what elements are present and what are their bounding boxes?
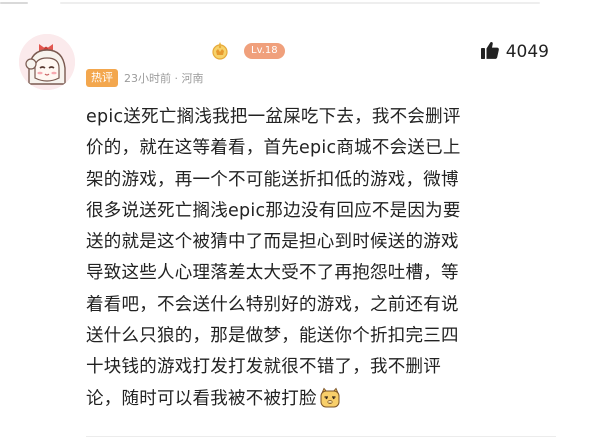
comment-meta: 热评 23小时前 · 河南 [86, 69, 204, 87]
avatar-illustration [19, 34, 75, 90]
bottom-divider [86, 436, 556, 437]
like-button[interactable]: 4049 [480, 40, 549, 64]
timestamp-location: 23小时前 · 河南 [124, 72, 204, 85]
smirk-cat-emoji-icon [319, 387, 341, 409]
comment-body: epic送死亡搁浅我把一盆屎吃下去，我不会删评 价的，就在这等着看，首先epic… [86, 102, 562, 415]
medal-icon [210, 41, 230, 61]
comment-line: 送什么只狼的，那是做梦，能送你个折扣完三四 [86, 326, 459, 347]
comment-line: 着看吧，不会送什么特别好的游戏，之前还有说 [86, 294, 459, 315]
hot-comment-tag: 热评 [86, 69, 118, 87]
comment-last-line: 论，随时可以看我被不被打脸 [86, 384, 562, 415]
top-divider [0, 0, 593, 6]
comment-line: epic送死亡搁浅我把一盆屎吃下去，我不会删评 [86, 107, 461, 127]
level-badge: Lv.18 [244, 43, 285, 59]
like-count: 4049 [505, 42, 549, 62]
comment-line: 十块钱的游戏打发打发就很不错了，我不删评 [86, 357, 441, 378]
user-badges: Lv.18 [210, 40, 285, 62]
comment-line: 架的游戏，再一个不可能送折扣低的游戏，微博 [86, 169, 459, 190]
comment-line: 送的就是这个被猜中了而是担心到时候送的游戏 [86, 232, 459, 253]
avatar[interactable] [19, 34, 75, 90]
comment-line: 论，随时可以看我被不被打脸 [86, 388, 317, 409]
comment-line: 价的，就在这等着看，首先epic商城不会送已上 [86, 138, 461, 159]
thumbs-up-icon [480, 40, 500, 64]
comment-line: 导致这些人心理落差太大受不了再抱怨吐槽，等 [86, 263, 459, 284]
comment-line: 很多说送死亡搁浅epic那边没有回应不是因为要 [86, 200, 461, 221]
